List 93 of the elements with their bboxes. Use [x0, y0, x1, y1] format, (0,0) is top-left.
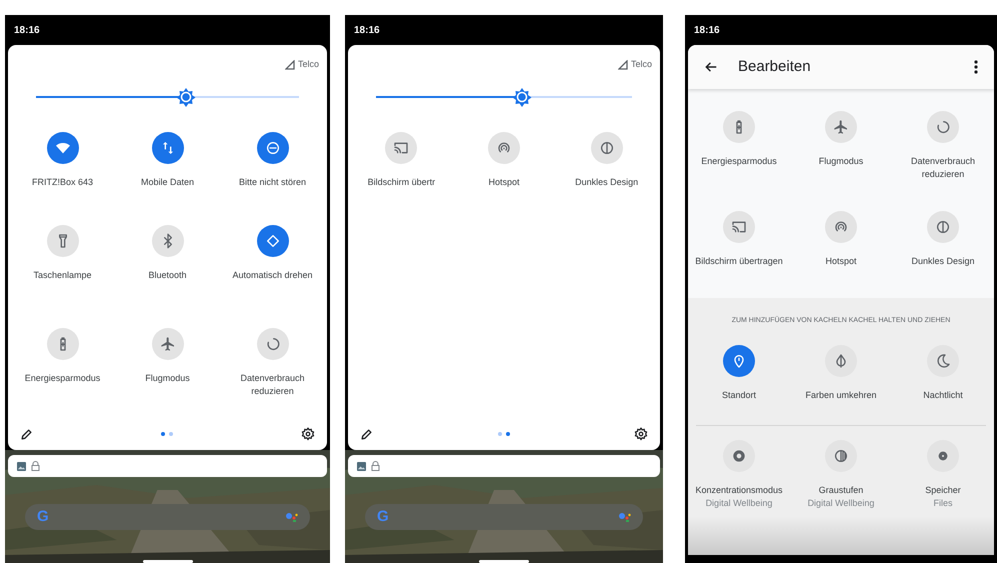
- tile-label: Datenverbrauch reduzieren: [910, 155, 976, 181]
- clock: 18:16: [354, 24, 380, 38]
- tile-toggle[interactable]: [825, 344, 857, 376]
- tile-toggle[interactable]: [152, 132, 184, 164]
- brightness-thumb-icon[interactable]: [176, 87, 196, 107]
- carrier-name: Telco: [630, 58, 652, 71]
- contrast-icon: [935, 219, 951, 235]
- tile-label: Energiesparmodus: [701, 155, 777, 168]
- tile-toggle[interactable]: [927, 211, 959, 243]
- signal-icon: [284, 60, 295, 70]
- tile-label: Standort: [722, 388, 756, 402]
- tile-label: Speicher: [925, 484, 961, 496]
- more-options-icon[interactable]: [974, 60, 978, 74]
- ring-icon: [935, 119, 951, 135]
- tile-label: Farben umkehren: [805, 388, 877, 402]
- tile-toggle[interactable]: [825, 211, 857, 243]
- rotate-icon: [264, 233, 280, 249]
- cast-icon: [731, 219, 747, 235]
- assistant-icon[interactable]: [619, 512, 631, 522]
- lock-icon: [371, 461, 380, 471]
- tile-toggle[interactable]: [927, 111, 959, 143]
- settings-icon[interactable]: [301, 427, 315, 441]
- tile-sublabel: Digital Wellbeing: [808, 496, 874, 510]
- screen-title: Bearbeiten: [738, 56, 811, 77]
- back-arrow-icon[interactable]: [704, 60, 718, 74]
- lock-icon: [31, 461, 40, 471]
- tile-label: Bildschirm übertragen: [695, 255, 783, 268]
- clock: 18:16: [14, 24, 40, 38]
- tile-label: Automatisch drehen: [232, 269, 313, 282]
- tile-toggle[interactable]: [927, 344, 959, 376]
- ring-icon: [264, 336, 280, 352]
- settings-icon[interactable]: [634, 427, 648, 441]
- assistant-icon[interactable]: [286, 512, 298, 522]
- tile-toggle[interactable]: [723, 211, 755, 243]
- tile-label: Bildschirm übertr: [368, 176, 436, 189]
- wifi-icon: [54, 140, 70, 156]
- tile-label: Nachtlicht: [923, 388, 963, 402]
- tile-toggle[interactable]: [256, 132, 288, 164]
- ring-icon: [731, 448, 747, 464]
- tile-toggle[interactable]: [152, 328, 184, 360]
- tile-toggle[interactable]: [256, 225, 288, 257]
- pencil-icon[interactable]: [20, 428, 33, 440]
- tile-toggle[interactable]: [590, 132, 623, 164]
- tile-toggle[interactable]: [723, 344, 755, 376]
- tile-label: Mobile Daten: [140, 176, 194, 189]
- brightness-slider[interactable]: [36, 87, 299, 107]
- search-logo: G: [377, 506, 389, 527]
- tile-label: Konzentrationsmodus: [695, 484, 783, 496]
- tile-label: Hotspot: [488, 176, 520, 189]
- tile-label: Bitte nicht stören: [238, 176, 306, 189]
- brightness-slider[interactable]: [376, 87, 632, 107]
- tile-label: Hotspot: [825, 255, 857, 268]
- tile-toggle[interactable]: [825, 111, 857, 143]
- moon-icon: [935, 352, 951, 368]
- tile-sublabel: Digital Wellbeing: [706, 496, 772, 510]
- tile-label: Energiesparmodus: [24, 372, 100, 385]
- image-icon: [17, 462, 26, 470]
- tile-toggle[interactable]: [927, 440, 959, 472]
- tile-toggle[interactable]: [152, 225, 184, 257]
- home-handle[interactable]: [142, 560, 192, 563]
- tile-toggle[interactable]: [46, 132, 78, 164]
- tile-label: Flugmodus: [818, 155, 864, 168]
- home-handle[interactable]: [479, 560, 529, 563]
- tile-label: Datenverbrauch reduzieren: [239, 372, 306, 398]
- carrier-name: Telco: [298, 58, 319, 71]
- search-bar[interactable]: G: [25, 504, 310, 530]
- tile-toggle[interactable]: [723, 440, 755, 472]
- tile-sublabel: Files: [933, 496, 952, 510]
- tile-label: Flugmodus: [145, 372, 190, 385]
- tile-toggle[interactable]: [385, 132, 418, 164]
- search-logo: G: [37, 506, 49, 527]
- contrast-icon: [598, 140, 615, 156]
- tile-toggle[interactable]: [256, 328, 288, 360]
- brightness-thumb-icon[interactable]: [512, 87, 532, 107]
- clock: 18:16: [694, 24, 720, 38]
- tile-label: Dunkles Design: [575, 176, 638, 189]
- signal-icon: [618, 60, 628, 70]
- pencil-icon[interactable]: [360, 428, 373, 440]
- tile-label: Graustufen: [818, 484, 864, 496]
- tile-label: Taschenlampe: [33, 269, 92, 282]
- image-icon: [357, 462, 366, 470]
- airplane-icon: [833, 119, 849, 135]
- tile-label: Bluetooth: [148, 269, 187, 282]
- tile-label: FRITZ!Box 643: [32, 176, 94, 189]
- tile-toggle[interactable]: [46, 328, 78, 360]
- tile-label: Dunkles Design: [911, 255, 975, 268]
- cast-icon: [393, 140, 410, 156]
- tile-toggle[interactable]: [488, 132, 520, 164]
- search-bar[interactable]: G: [365, 504, 643, 530]
- tile-toggle[interactable]: [825, 440, 857, 472]
- tile-toggle[interactable]: [723, 111, 755, 143]
- tile-toggle[interactable]: [46, 225, 78, 257]
- airplane-icon: [160, 336, 176, 352]
